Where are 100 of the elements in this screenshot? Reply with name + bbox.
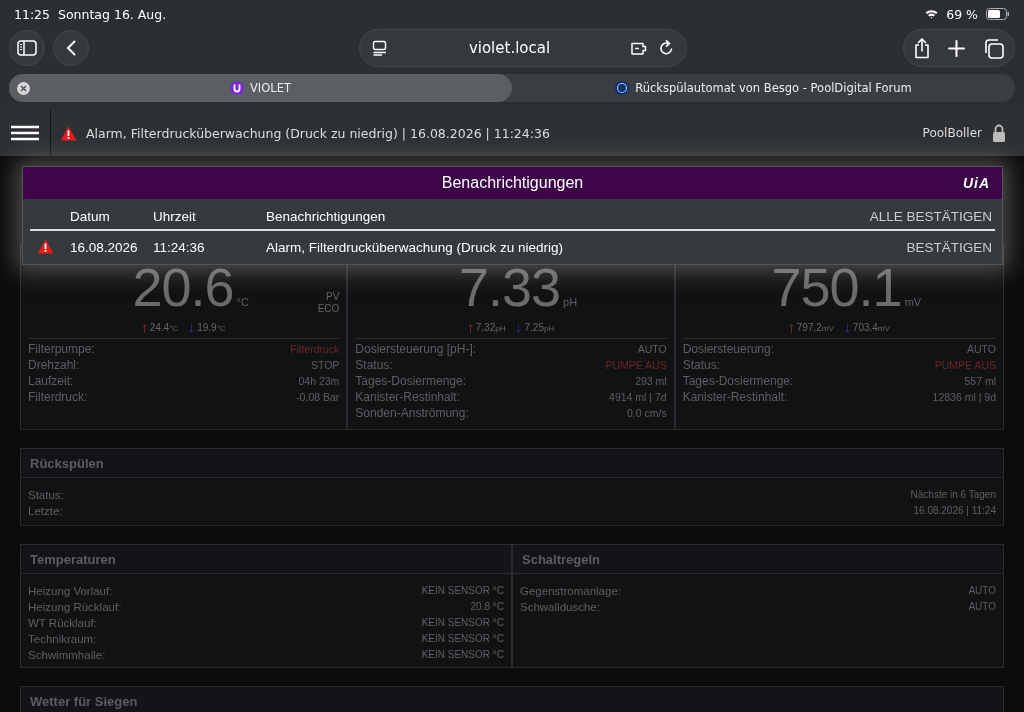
row-value: PUMPE AUS [934,358,996,373]
row-value: STOP [310,358,340,373]
row-value: 16.08.2026 | 11:24 [913,504,996,518]
row-value: AUTO [967,342,996,357]
table-cell: Alarm, Filterdrucküberwachung (Druck zu niedrig) [266,240,564,255]
row-value: KEIN SENSOR °C [421,584,504,598]
row-value: PUMPE AUS [605,358,667,373]
plus-icon[interactable] [948,39,965,57]
table-cell: 11:24:36 [153,240,205,255]
row-value: 0.0 cm/s [626,406,667,421]
tab-title: Rückspülautomat von Besgo - PoolDigital Forum [635,81,912,95]
gauge-value: 750.1 [771,257,902,317]
menu-icon[interactable] [11,125,39,141]
warning-icon [60,125,77,141]
mode-label: PV [326,291,340,303]
row-value: Nächste in 6 Tagen [910,488,996,502]
close-icon[interactable] [17,81,30,95]
row-value: 20.8 °C [470,600,504,614]
panel-title: Temperaturen [30,551,116,567]
gauge-value: 7.33 [458,257,560,317]
row-value: AUTO [637,342,667,357]
row-label: Schwimmhalle: [28,648,106,663]
arrow-up-icon [141,324,147,333]
sidebar-icon[interactable] [17,40,37,56]
lock-icon [992,124,1006,142]
logo: UiA [962,175,990,191]
mode-label: ECO [317,303,340,315]
url-text: violet.local [467,39,552,57]
date: Sonntag 16. Aug. [58,6,167,22]
back-button[interactable] [53,30,89,66]
gauge-unit: pH [563,296,578,308]
max-value: 797.2mV [796,322,834,335]
confirm-link[interactable]: BESTÄTIGEN [906,240,992,255]
arrow-down-icon [189,324,195,333]
max-value: 7.32pH [475,322,506,335]
user-name: PoolBoller [922,126,982,140]
row-label: Kanister-Restinhalt: [682,389,788,405]
row-label: Kanister-Restinhalt: [355,389,461,405]
browser-tab[interactable]: Rückspülautomat von Besgo - PoolDigital Forum [512,74,1015,102]
tabs-icon[interactable] [983,37,1004,59]
row-label: Letzte: [28,504,63,519]
gauge-value: 20.6 [132,257,234,317]
row-value: 557 ml [964,374,996,389]
warning-icon [37,238,54,254]
row-label: Technikraum: [28,632,97,647]
page-menu-icon[interactable] [372,40,388,56]
row-label: Gegenstromanlage: [520,584,621,599]
tab-title: VIOLET [250,81,291,95]
extension-icon[interactable] [631,40,649,56]
reload-icon[interactable] [659,40,674,56]
row-value: KEIN SENSOR °C [421,616,504,630]
min-value: 703.4mV [852,322,890,335]
row-value: KEIN SENSOR °C [421,648,504,662]
row-label: Dosiersteuerung [pH-]: [355,341,477,357]
row-label: Tages-Dosiermenge: [355,373,467,389]
arrow-up-icon [788,324,794,333]
column-header: Datum [70,208,110,224]
gauge-unit: mV [904,296,922,308]
panel-title: Wetter für Siegen [30,693,138,709]
favicon-icon [615,81,630,95]
alarm-text: Alarm, Filterdrucküberwachung (Druck zu niedrig) | 16.08.2026 | 11:24:36 [86,125,550,141]
row-label: Status: [682,357,720,373]
row-value: -0.08 Bar [296,390,340,405]
browser-tab[interactable]: VIOLET [9,74,512,102]
arrow-down-icon [844,324,850,333]
sidebar-button[interactable] [9,30,45,66]
row-label: WT Rücklauf: [28,616,97,631]
row-value: KEIN SENSOR °C [421,632,504,646]
min-value: 19.9°C [197,322,226,335]
table-cell: 16.08.2026 [70,240,138,255]
row-label: Filterdruck: [28,389,88,405]
clock: 11:25 [14,6,51,22]
row-value: 4914 ml | 7d [609,390,667,405]
row-value: 04h 23m [298,374,340,389]
arrow-down-icon [516,324,522,333]
battery-icon [986,8,1010,20]
share-icon[interactable] [914,37,930,59]
wifi-icon [925,9,939,19]
row-label: Heizung Vorlauf: [28,584,113,599]
row-label: Drehzahl: [28,357,80,373]
row-value: AUTO [968,600,996,614]
favicon-icon [230,81,244,95]
panel-title: Schaltregeln [522,551,601,567]
max-value: 24.4°C [149,322,179,335]
row-value: Filterdruck [290,342,340,357]
confirm-all-link[interactable]: ALLE BESTÄTIGEN [869,208,992,224]
min-value: 7.25pH [524,322,555,335]
row-label: Filterpumpe: [28,341,95,357]
gauge-unit: °C [236,296,249,308]
row-label: Sonden-Anströmung: [355,405,469,421]
dialog-title: Benachrichtigungen [441,174,584,192]
column-header: Benachrichtigungen [266,208,386,224]
row-label: Dosiersteuerung: [682,341,775,357]
address-bar[interactable]: violet.local [359,29,687,67]
row-label: Heizung Rücklauf: [28,600,122,615]
row-label: Laufzeit: [28,373,74,389]
back-icon[interactable] [66,40,76,56]
row-value: 12836 ml | 9d [932,390,996,405]
battery-percent: 69 % [946,6,978,22]
row-label: Schwalldusche: [520,600,600,615]
